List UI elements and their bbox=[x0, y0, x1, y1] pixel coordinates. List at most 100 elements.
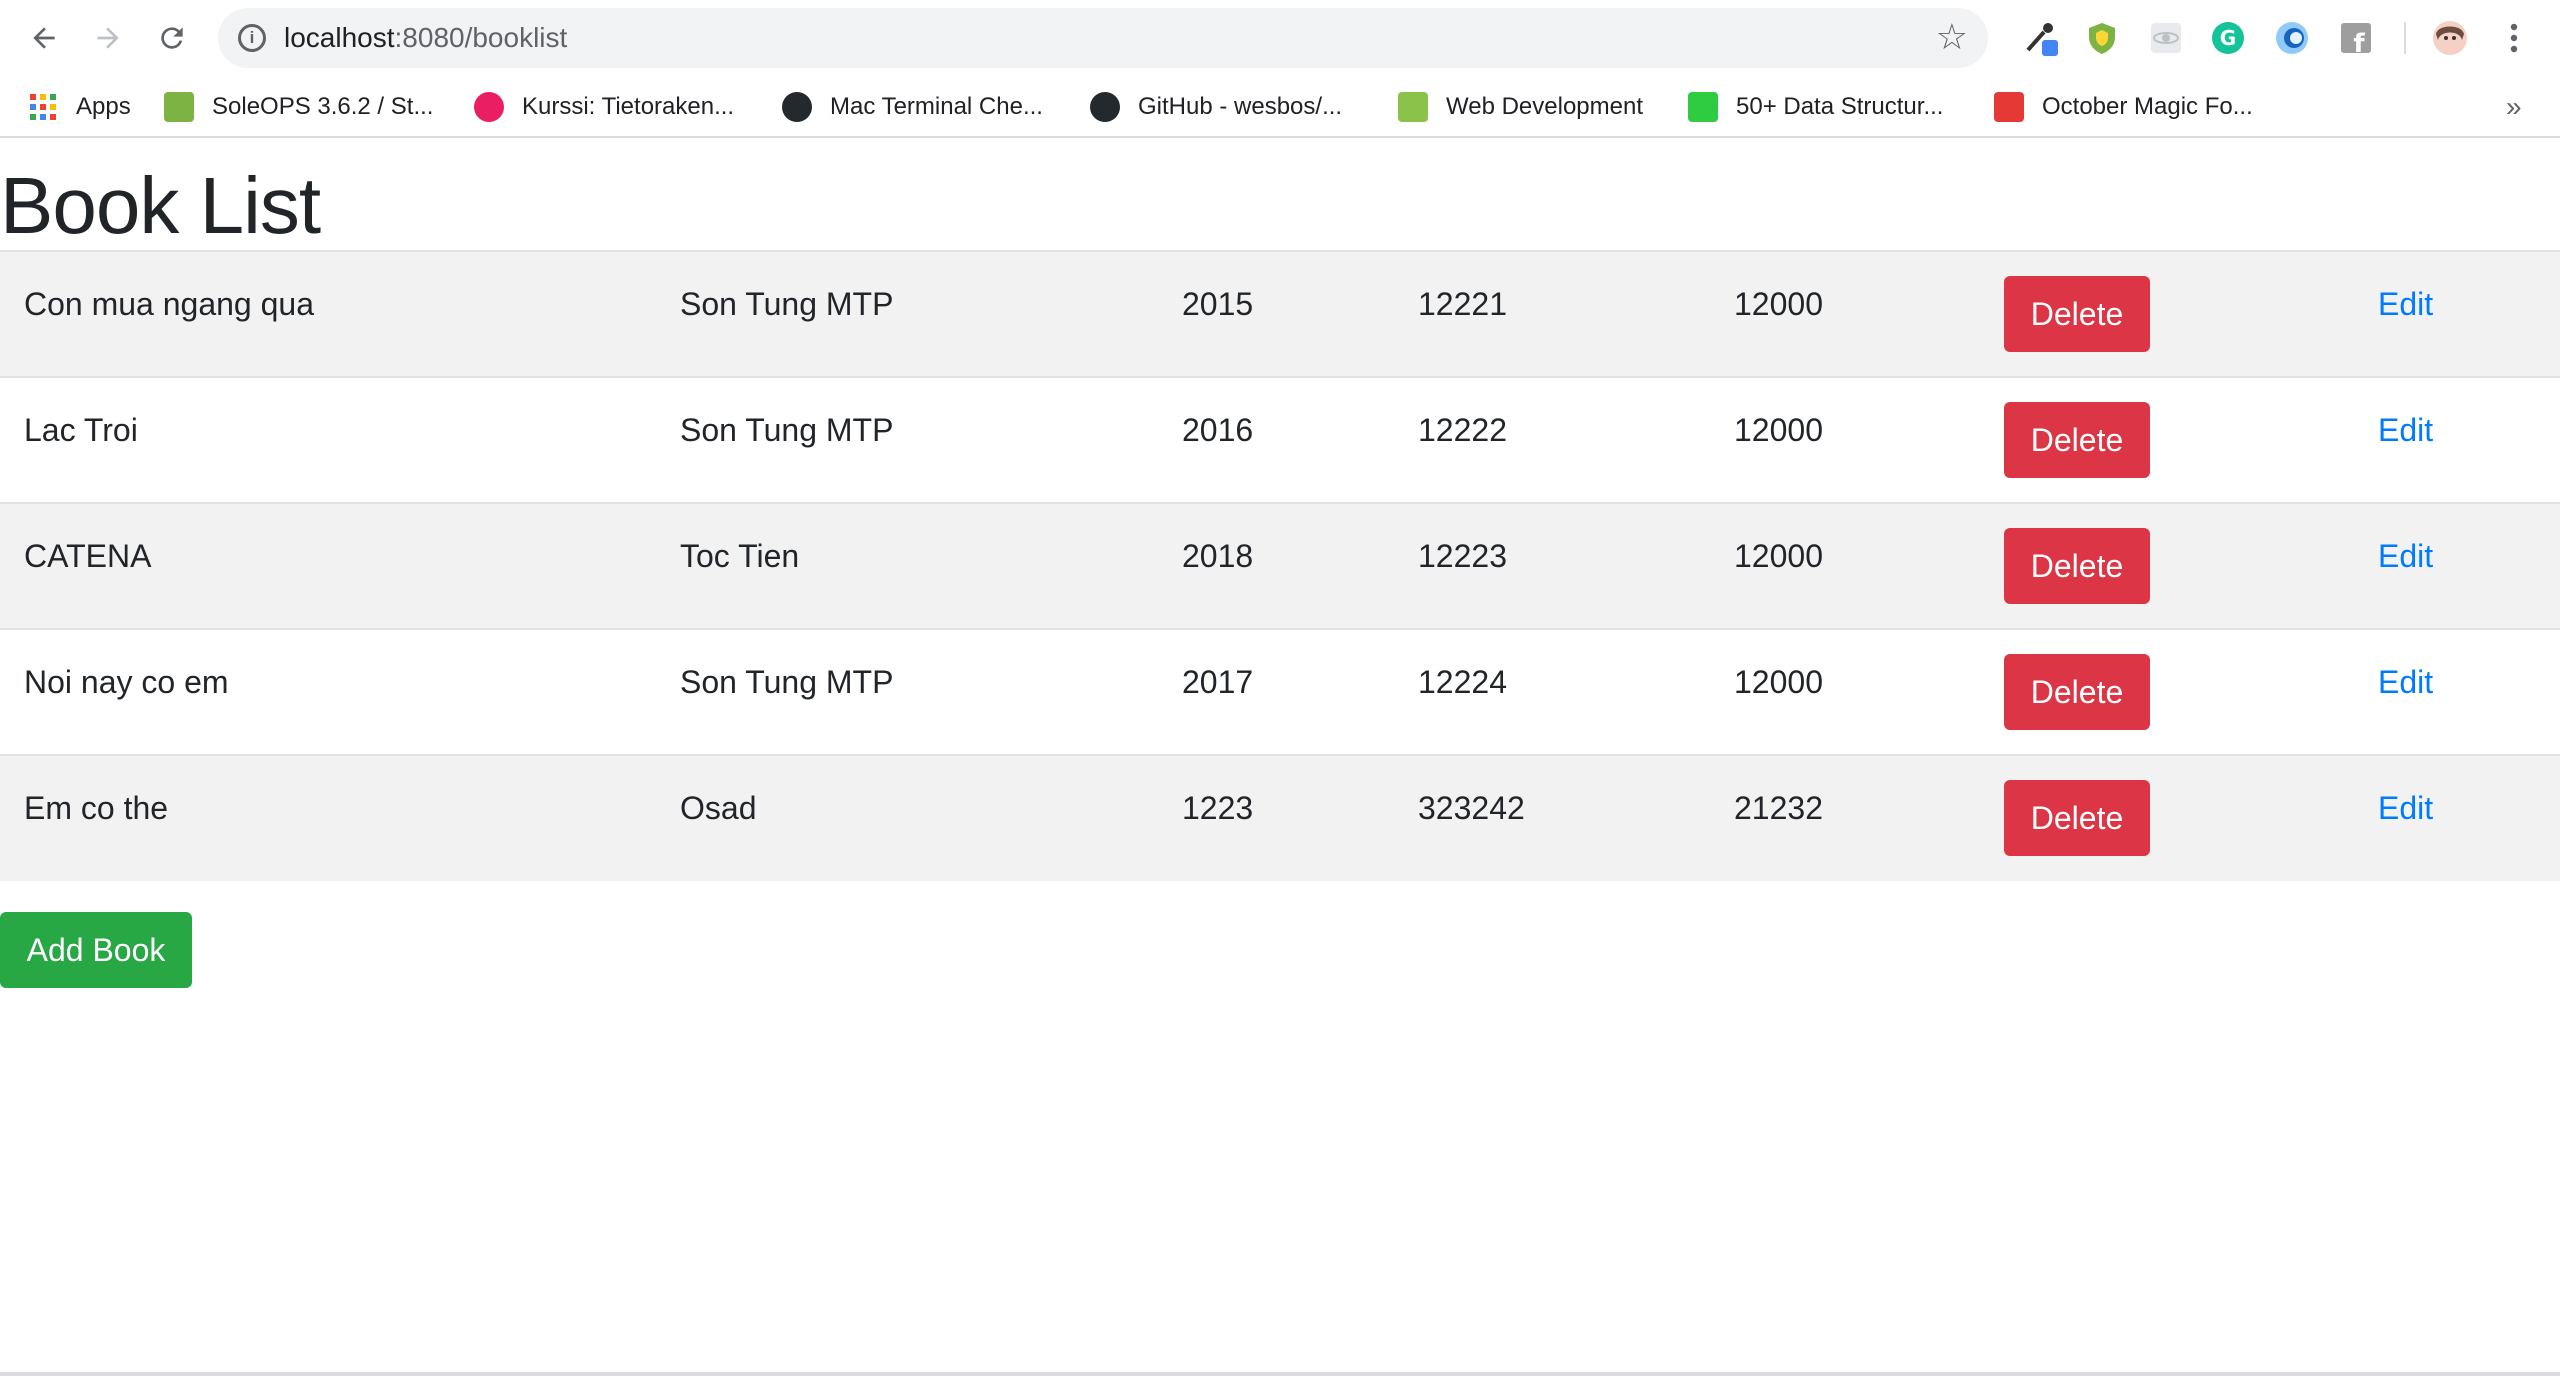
book-title-cell: Em co the bbox=[24, 790, 169, 826]
bookmark-data-structures[interactable]: 50+ Data Structur... bbox=[1688, 86, 1943, 128]
kurssi-icon bbox=[474, 92, 504, 122]
book-table: Con mua ngang qua Son Tung MTP 2015 12221 12… bbox=[0, 250, 2560, 881]
shield-extension-icon[interactable] bbox=[2084, 20, 2120, 56]
grammarly-icon[interactable]: G bbox=[2210, 20, 2246, 56]
github-icon bbox=[782, 92, 812, 122]
bookmark-soleops[interactable]: SoleOPS 3.6.2 / St... bbox=[164, 86, 433, 128]
svg-text:f: f bbox=[2353, 29, 2365, 56]
edit-link[interactable]: Edit bbox=[2378, 664, 2433, 700]
forward-arrow-icon[interactable] bbox=[84, 14, 132, 62]
svg-text:G: G bbox=[2220, 26, 2236, 50]
book-price-cell: 12000 bbox=[1734, 538, 1823, 574]
edit-link[interactable]: Edit bbox=[2378, 538, 2433, 574]
apps-grid-icon bbox=[28, 92, 58, 122]
bookmark-apps[interactable]: Apps bbox=[28, 86, 131, 128]
bookmarks-overflow-icon[interactable]: » bbox=[2506, 86, 2522, 128]
back-arrow-icon[interactable] bbox=[20, 14, 68, 62]
edit-link[interactable]: Edit bbox=[2378, 286, 2433, 322]
browser-toolbar: i localhost:8080/booklist ☆ G f bbox=[0, 0, 2560, 76]
book-isbn-cell: 12221 bbox=[1418, 286, 1507, 322]
bookmark-label: SoleOPS 3.6.2 / St... bbox=[212, 93, 434, 120]
page-title: Book List bbox=[0, 161, 321, 250]
soleops-icon bbox=[164, 92, 194, 122]
bookmark-kurssi[interactable]: Kurssi: Tietoraken... bbox=[474, 86, 734, 128]
url-path: :8080/booklist bbox=[394, 22, 568, 53]
info-icon[interactable]: i bbox=[238, 24, 266, 52]
bookmarks-bar: Apps SoleOPS 3.6.2 / St... Kurssi: Tieto… bbox=[0, 76, 2560, 138]
delete-button[interactable]: Delete bbox=[2004, 780, 2150, 856]
book-title-cell: Con mua ngang qua bbox=[24, 286, 314, 322]
book-year-cell: 1223 bbox=[1182, 790, 1254, 826]
delete-button[interactable]: Delete bbox=[2004, 528, 2150, 604]
delete-cell: Delete bbox=[2004, 503, 2378, 629]
delete-cell: Delete bbox=[2004, 251, 2378, 377]
bookmark-label: Mac Terminal Che... bbox=[830, 93, 1043, 120]
bookmark-github-wesbos[interactable]: GitHub - wesbos/... bbox=[1090, 86, 1342, 128]
delete-button[interactable]: Delete bbox=[2004, 654, 2150, 730]
book-author-cell: Son Tung MTP bbox=[680, 412, 894, 448]
delete-button[interactable]: Delete bbox=[2004, 276, 2150, 352]
github-icon bbox=[1090, 92, 1120, 122]
facebook-extension-icon[interactable]: f bbox=[2338, 20, 2374, 59]
data-structures-icon bbox=[1688, 92, 1718, 122]
edit-cell: Edit bbox=[2378, 755, 2560, 881]
edit-cell: Edit bbox=[2378, 251, 2560, 377]
url-text: localhost:8080/booklist bbox=[284, 22, 567, 54]
book-title-cell: Noi nay co em bbox=[24, 664, 229, 700]
table-row: Lac Troi Son Tung MTP 2016 12222 12000 Delete… bbox=[0, 377, 2560, 503]
table-row: Em co the Osad 1223 323242 21232 Delete Edit bbox=[0, 755, 2560, 881]
book-year-cell: 2015 bbox=[1182, 286, 1254, 322]
delete-cell: Delete bbox=[2004, 629, 2378, 755]
toolbar-divider bbox=[2404, 22, 2406, 54]
bookmark-label: Kurssi: Tietoraken... bbox=[522, 93, 735, 120]
bookmark-october-magic[interactable]: October Magic Fo... bbox=[1994, 86, 2253, 128]
page-content: Book List Con mua ngang qua Son Tung MTP 2… bbox=[0, 138, 2560, 1372]
bookmark-label: October Magic Fo... bbox=[2042, 93, 2253, 120]
table-row: CATENA Toc Tien 2018 12223 12000 Delete Edit bbox=[0, 503, 2560, 629]
book-title-cell: Lac Troi bbox=[24, 412, 138, 448]
book-title-cell: CATENA bbox=[24, 538, 152, 574]
book-price-cell: 21232 bbox=[1734, 790, 1823, 826]
bookmark-mac-terminal[interactable]: Mac Terminal Che... bbox=[782, 86, 1043, 128]
bookmark-label: 50+ Data Structur... bbox=[1736, 93, 1944, 120]
book-isbn-cell: 323242 bbox=[1418, 790, 1525, 826]
book-author-cell: Son Tung MTP bbox=[680, 286, 894, 322]
delete-cell: Delete bbox=[2004, 755, 2378, 881]
book-author-cell: Osad bbox=[680, 790, 757, 826]
book-author-cell: Toc Tien bbox=[680, 538, 800, 574]
bookmark-star-icon[interactable]: ☆ bbox=[1936, 16, 1968, 58]
edit-link[interactable]: Edit bbox=[2378, 412, 2433, 448]
chrome-menu-icon[interactable] bbox=[2490, 14, 2538, 62]
book-year-cell: 2016 bbox=[1182, 412, 1254, 448]
book-isbn-cell: 12223 bbox=[1418, 538, 1507, 574]
book-isbn-cell: 12222 bbox=[1418, 412, 1507, 448]
reload-icon[interactable] bbox=[148, 14, 196, 62]
edit-cell: Edit bbox=[2378, 377, 2560, 503]
book-price-cell: 12000 bbox=[1734, 664, 1823, 700]
bookmark-web-development[interactable]: Web Development bbox=[1398, 86, 1643, 128]
bookmark-label: GitHub - wesbos/... bbox=[1138, 93, 1343, 120]
delete-button[interactable]: Delete bbox=[2004, 402, 2150, 478]
window-bottom-border bbox=[0, 1372, 2560, 1376]
react-devtools-icon[interactable] bbox=[2148, 20, 2184, 56]
book-year-cell: 2018 bbox=[1182, 538, 1254, 574]
edit-cell: Edit bbox=[2378, 503, 2560, 629]
table-row: Con mua ngang qua Son Tung MTP 2015 12221 12… bbox=[0, 251, 2560, 377]
edit-link[interactable]: Edit bbox=[2378, 790, 2433, 826]
edit-cell: Edit bbox=[2378, 629, 2560, 755]
eyedropper-extension-icon[interactable] bbox=[2022, 20, 2058, 56]
url-host: localhost bbox=[284, 22, 395, 53]
book-year-cell: 2017 bbox=[1182, 664, 1254, 700]
address-bar[interactable]: i localhost:8080/booklist ☆ bbox=[218, 8, 1988, 68]
webdev-icon bbox=[1398, 92, 1428, 122]
bookmark-label: Web Development bbox=[1446, 93, 1643, 120]
profile-avatar[interactable] bbox=[2432, 20, 2468, 56]
book-price-cell: 12000 bbox=[1734, 412, 1823, 448]
october-magic-icon bbox=[1994, 92, 2024, 122]
book-author-cell: Son Tung MTP bbox=[680, 664, 894, 700]
book-isbn-cell: 12224 bbox=[1418, 664, 1507, 700]
table-row: Noi nay co em Son Tung MTP 2017 12224 12000 D… bbox=[0, 629, 2560, 755]
circle-extension-icon[interactable] bbox=[2274, 20, 2310, 56]
bookmark-label: Apps bbox=[76, 93, 131, 120]
add-book-button[interactable]: Add Book bbox=[0, 912, 192, 988]
